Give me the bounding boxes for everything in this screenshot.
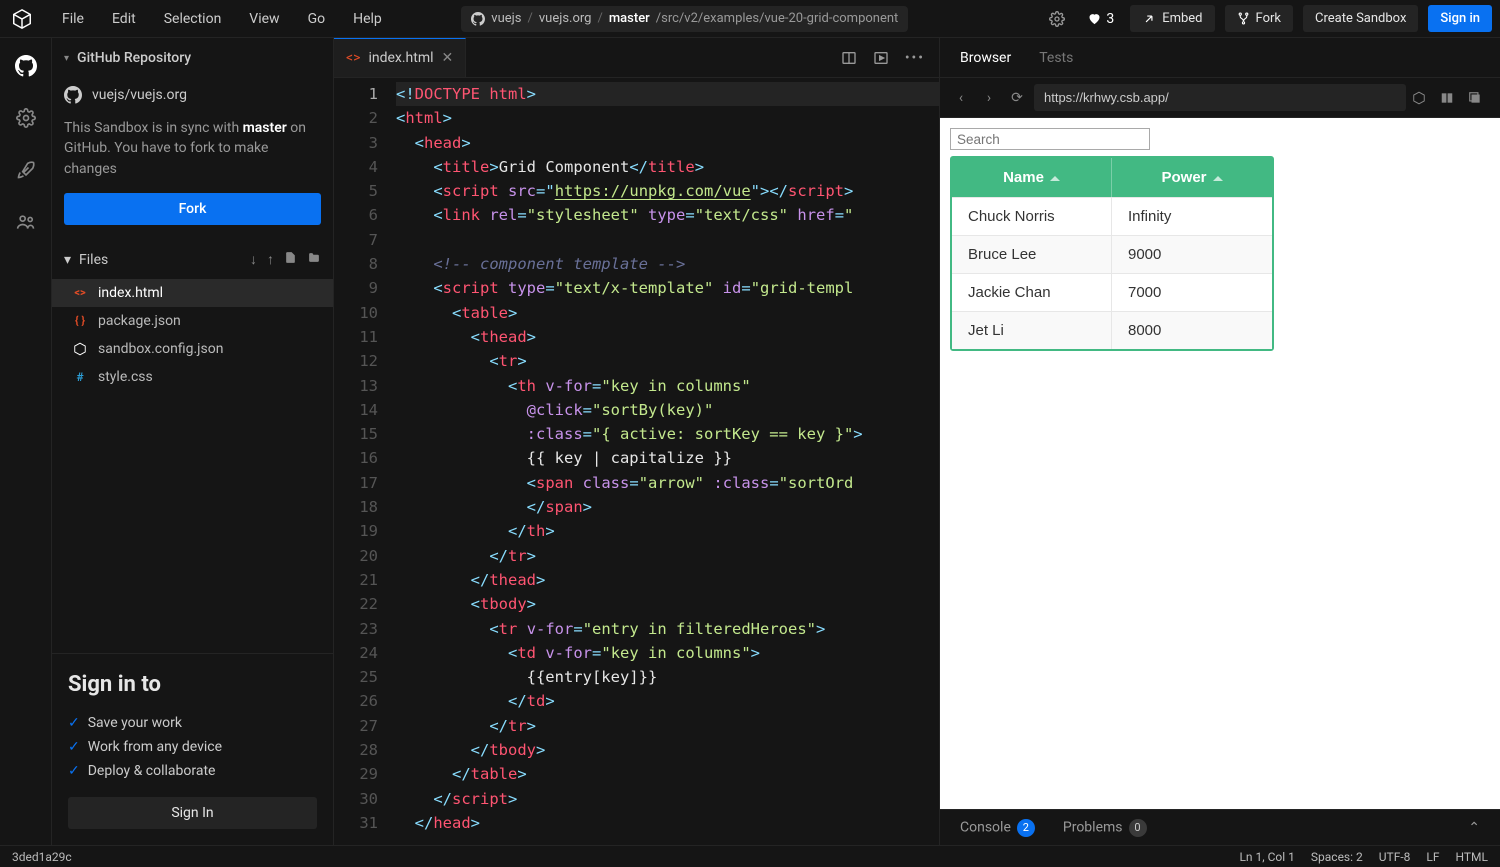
settings-icon[interactable]: [1043, 7, 1071, 31]
activity-bar: [0, 38, 52, 845]
upload-icon[interactable]: ↑: [267, 251, 274, 268]
preview-column: Browser Tests ‹ › ⟳ Name Power Chuck Nor…: [940, 38, 1500, 845]
codesandbox-icon[interactable]: [1412, 91, 1434, 105]
console-tab[interactable]: Console2: [960, 819, 1035, 837]
menu-selection[interactable]: Selection: [152, 5, 234, 33]
grid-table: Name Power Chuck NorrisInfinityBruce Lee…: [950, 156, 1274, 351]
activity-live-icon[interactable]: [12, 208, 40, 236]
status-item[interactable]: HTML: [1456, 850, 1489, 864]
address-bar: ‹ › ⟳: [940, 78, 1500, 118]
sidebar: ▾ GitHub Repository vuejs/vuejs.org This…: [52, 38, 334, 845]
likes-count[interactable]: 3: [1081, 7, 1120, 31]
signin-button[interactable]: Sign in: [1428, 5, 1492, 32]
table-row: Bruce Lee9000: [952, 235, 1272, 273]
preview-frame: Name Power Chuck NorrisInfinityBruce Lee…: [940, 118, 1500, 809]
crumb-owner: vuejs: [491, 11, 521, 26]
close-icon[interactable]: ✕: [442, 50, 454, 66]
new-folder-icon[interactable]: [307, 251, 321, 268]
tab-index-html[interactable]: <> index.html ✕: [334, 38, 466, 77]
table-row: Chuck NorrisInfinity: [952, 197, 1272, 235]
nav-back-icon[interactable]: ‹: [950, 90, 972, 106]
file-icon: <>: [72, 286, 88, 299]
file-index-html[interactable]: <>index.html: [52, 279, 333, 307]
menubar: FileEditSelectionViewGoHelp vuejs / vuej…: [0, 0, 1500, 38]
grid-search-input[interactable]: [950, 128, 1150, 150]
status-item[interactable]: Spaces: 2: [1311, 850, 1363, 864]
open-window-icon[interactable]: [873, 50, 889, 66]
create-sandbox-button[interactable]: Create Sandbox: [1303, 5, 1418, 32]
file-list: <>index.html{ }package.jsonsandbox.confi…: [52, 277, 333, 393]
menu-help[interactable]: Help: [341, 5, 394, 33]
breadcrumb[interactable]: vuejs / vuejs.org / master /src/v2/examp…: [461, 6, 908, 32]
check-icon: ✓: [68, 739, 80, 755]
layout-split-icon[interactable]: [841, 50, 857, 66]
chevron-down-icon: ▾: [64, 252, 71, 268]
download-icon[interactable]: ↓: [250, 251, 257, 268]
address-input[interactable]: [1034, 84, 1406, 111]
new-file-icon[interactable]: [284, 251, 297, 268]
app-logo[interactable]: [8, 5, 36, 33]
activity-deploy-icon[interactable]: [12, 156, 40, 184]
check-icon: ✓: [68, 715, 80, 731]
menu-list: FileEditSelectionViewGoHelp: [50, 5, 394, 33]
crumb-repo: vuejs.org: [539, 11, 592, 26]
repo-link[interactable]: vuejs/vuejs.org: [52, 78, 333, 112]
file-package-json[interactable]: { }package.json: [52, 307, 333, 335]
new-window-icon[interactable]: [1468, 91, 1490, 105]
tab-tests[interactable]: Tests: [1039, 40, 1073, 76]
menu-edit[interactable]: Edit: [100, 5, 148, 33]
grid-header-name[interactable]: Name: [952, 158, 1112, 197]
sort-asc-icon: [1050, 176, 1060, 181]
status-item[interactable]: Ln 1, Col 1: [1239, 850, 1294, 864]
code-editor[interactable]: 1234567891011121314151617181920212223242…: [334, 78, 939, 845]
tab-browser[interactable]: Browser: [960, 40, 1011, 76]
sidebar-fork-button[interactable]: Fork: [64, 193, 321, 225]
files-header[interactable]: ▾Files ↓ ↑: [52, 243, 333, 277]
chevron-down-icon: ▾: [64, 53, 69, 64]
sync-message: This Sandbox is in sync with master on G…: [52, 112, 333, 193]
grid-header-power[interactable]: Power: [1112, 158, 1272, 197]
signin-title: Sign in to: [68, 672, 317, 697]
nav-forward-icon[interactable]: ›: [978, 90, 1000, 106]
preview-bottom-tabs: Console2 Problems0 ⌃: [940, 809, 1500, 845]
editor-tabbar: <> index.html ✕ •••: [334, 38, 939, 78]
file-icon: #: [72, 370, 88, 384]
commit-hash[interactable]: 3ded1a29c: [12, 850, 72, 864]
crumb-branch: master: [609, 11, 650, 26]
embed-button[interactable]: Embed: [1130, 5, 1214, 32]
fork-button[interactable]: Fork: [1225, 5, 1293, 32]
status-item[interactable]: LF: [1426, 850, 1439, 864]
file-icon: [72, 342, 88, 356]
html-file-icon: <>: [346, 50, 360, 66]
status-bar: 3ded1a29c Ln 1, Col 1 Spaces: 2 UTF-8 LF HTM…: [0, 845, 1500, 867]
benefit-item: ✓Save your work: [68, 711, 317, 735]
signin-panel-button[interactable]: Sign In: [68, 797, 317, 829]
status-item[interactable]: UTF-8: [1379, 850, 1411, 864]
menu-view[interactable]: View: [237, 5, 291, 33]
signin-panel: Sign in to ✓Save your work✓Work from any…: [52, 653, 333, 845]
check-icon: ✓: [68, 763, 80, 779]
menu-go[interactable]: Go: [296, 5, 338, 33]
benefit-item: ✓Deploy & collaborate: [68, 759, 317, 783]
file-icon: { }: [72, 314, 88, 327]
benefit-item: ✓Work from any device: [68, 735, 317, 759]
table-row: Jackie Chan7000: [952, 273, 1272, 311]
more-icon[interactable]: •••: [905, 50, 925, 66]
activity-settings-icon[interactable]: [12, 104, 40, 132]
editor-column: <> index.html ✕ ••• 12345678910111213141…: [334, 38, 940, 845]
layout-icon[interactable]: [1440, 91, 1462, 105]
activity-github-icon[interactable]: [12, 52, 40, 80]
table-row: Jet Li8000: [952, 311, 1272, 349]
file-sandbox-config-json[interactable]: sandbox.config.json: [52, 335, 333, 363]
sidebar-section-header[interactable]: ▾ GitHub Repository: [52, 38, 333, 78]
preview-tabs: Browser Tests: [940, 38, 1500, 78]
reload-icon[interactable]: ⟳: [1006, 90, 1028, 106]
chevron-up-icon[interactable]: ⌃: [1468, 820, 1480, 836]
crumb-path: /src/v2/examples/vue-20-grid-component: [656, 11, 899, 26]
problems-tab[interactable]: Problems0: [1063, 819, 1147, 837]
github-icon: [471, 12, 485, 26]
file-style-css[interactable]: #style.css: [52, 363, 333, 391]
sort-asc-icon: [1213, 176, 1223, 181]
menu-file[interactable]: File: [50, 5, 96, 33]
